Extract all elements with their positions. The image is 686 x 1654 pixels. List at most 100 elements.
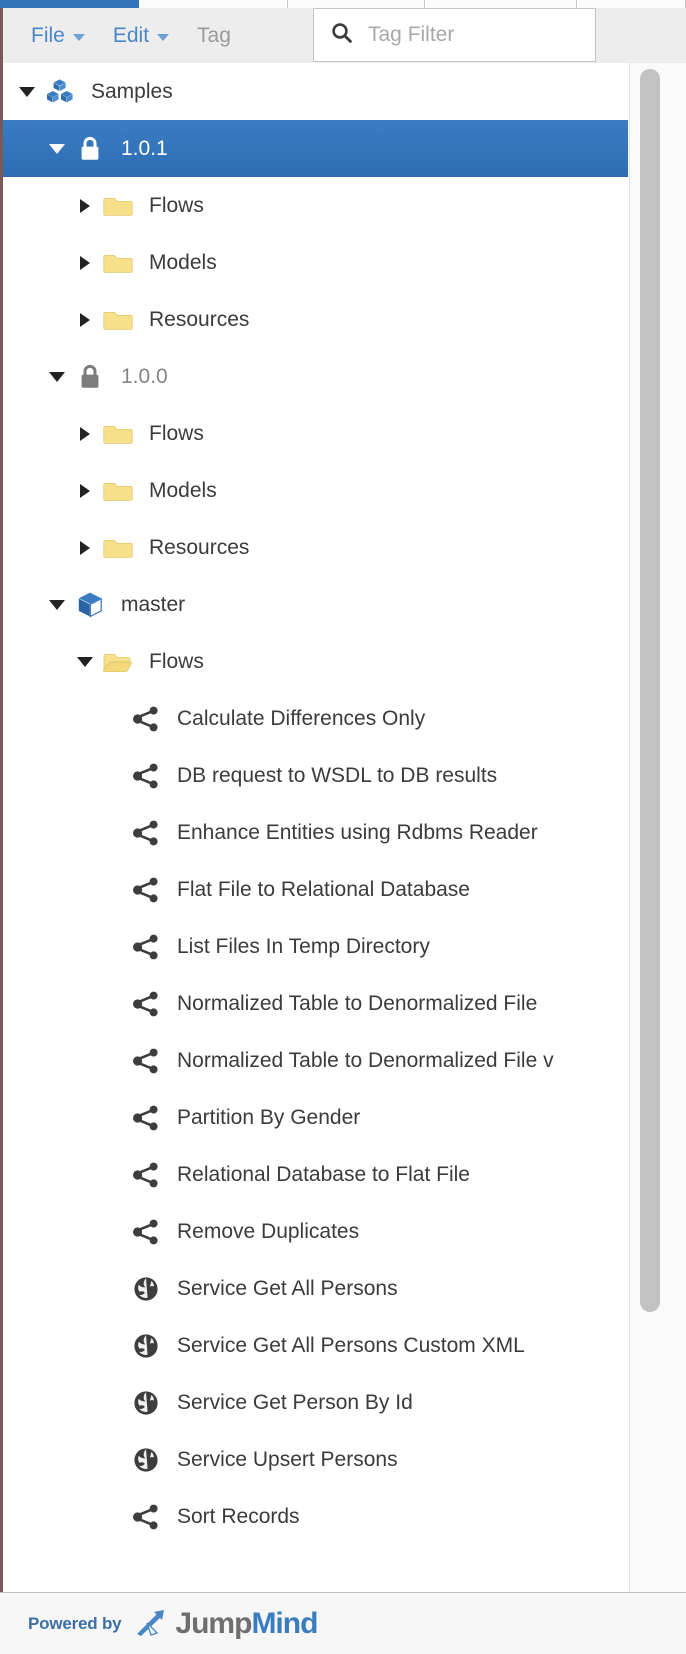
tree-row-label: Service Get All Persons Custom XML [177, 1333, 525, 1357]
search-icon [330, 21, 354, 50]
tree-row[interactable]: Calculate Differences Only [3, 690, 628, 747]
tree-expander[interactable] [75, 656, 95, 667]
tree-expander[interactable] [75, 312, 95, 327]
tree-row-label: Normalized Table to Denormalized File [177, 991, 538, 1015]
tree-row[interactable]: Service Upsert Persons [3, 1431, 628, 1488]
jumpmind-dart-logo [133, 1609, 167, 1639]
tree-row[interactable]: Enhance Entities using Rdbms Reader [3, 804, 628, 861]
flow-icon [133, 706, 158, 731]
tree-expander[interactable] [75, 540, 95, 555]
tree-row-label: Remove Duplicates [177, 1219, 360, 1243]
caret-right-icon [80, 255, 90, 270]
tree-expander[interactable] [17, 86, 37, 97]
tree-row[interactable]: Normalized Table to Denormalized File [3, 975, 628, 1032]
tree-expander[interactable] [75, 426, 95, 441]
flow-icon [129, 1217, 163, 1247]
caret-right-icon [80, 426, 90, 441]
flow-icon [129, 1502, 163, 1532]
tree-row[interactable]: Models [3, 234, 628, 291]
tree-scrollbar-track[interactable] [629, 63, 686, 1592]
lock-icon-white [81, 136, 99, 160]
chevron-down-icon [72, 33, 85, 41]
flow-icon [129, 704, 163, 734]
tree-row[interactable]: 1.0.1 [3, 120, 628, 177]
tree-row[interactable]: Resources [3, 291, 628, 348]
tree-row[interactable]: Sort Records [3, 1488, 628, 1545]
folder-closed-icon [103, 197, 133, 216]
menu-label: File [31, 23, 65, 47]
tree-row[interactable]: Service Get Person By Id [3, 1374, 628, 1431]
tree-row-label: Sort Records [177, 1504, 300, 1528]
tree-row[interactable]: Normalized Table to Denormalized File v [3, 1032, 628, 1089]
tree-scrollbar-thumb[interactable] [640, 69, 660, 1312]
jumpmind-wordmark: Jump Mind [175, 1606, 318, 1641]
tree-row[interactable]: Flows [3, 177, 628, 234]
tab-strip-tab-4[interactable] [425, 0, 577, 8]
tag-filter-input[interactable] [368, 23, 579, 47]
tree-row[interactable]: Flat File to Relational Database [3, 861, 628, 918]
tree-row[interactable]: 1.0.0 [3, 348, 628, 405]
tab-strip-tab-5[interactable] [577, 0, 686, 8]
tree-row[interactable]: Flows [3, 405, 628, 462]
globe-icon [129, 1388, 163, 1418]
menu-edit[interactable]: Edit [99, 8, 183, 63]
lock-icon-gray [73, 362, 107, 392]
tree-row-label: Partition By Gender [177, 1105, 361, 1129]
tree-expander[interactable] [47, 371, 67, 382]
tag-filter-field[interactable] [313, 8, 596, 62]
tree-row[interactable]: Models [3, 462, 628, 519]
caret-down-icon [77, 656, 93, 667]
menu-label: Tag [197, 23, 231, 47]
caret-down-icon [49, 599, 65, 610]
tree-row[interactable]: Partition By Gender [3, 1089, 628, 1146]
tree-row[interactable]: master [3, 576, 628, 633]
tree-expander[interactable] [75, 255, 95, 270]
folder-closed-icon [101, 191, 135, 221]
folder-closed-icon [103, 482, 133, 501]
menu-file[interactable]: File [17, 8, 99, 63]
folder-closed-icon [101, 533, 135, 563]
project-tree-panel: Samples 1.0.1 Flows Models Resources 1.0.0 Flo… [0, 63, 686, 1592]
tree-row[interactable]: Service Get All Persons Custom XML [3, 1317, 628, 1374]
footer: Powered by Jump Mind [0, 1592, 686, 1654]
tree-expander[interactable] [75, 198, 95, 213]
flow-icon [129, 1160, 163, 1190]
tree-row[interactable]: Samples [3, 63, 628, 120]
tree-row-label: Flat File to Relational Database [177, 877, 470, 901]
flow-icon [133, 877, 158, 902]
tree-row[interactable]: Resources [3, 519, 628, 576]
tab-strip-tab-1[interactable] [0, 0, 139, 8]
tree-row-label: Models [149, 250, 217, 274]
folder-closed-icon [103, 425, 133, 444]
tree-row[interactable]: Remove Duplicates [3, 1203, 628, 1260]
tree-row[interactable]: DB request to WSDL to DB results [3, 747, 628, 804]
globe-icon [134, 1390, 158, 1415]
flow-icon [129, 761, 163, 791]
tree-row-label: 1.0.1 [121, 136, 168, 160]
tree-row-label: Service Upsert Persons [177, 1447, 398, 1471]
tab-strip-tab-2[interactable] [139, 0, 288, 8]
menu-label: Edit [112, 23, 150, 47]
folder-open-icon [103, 653, 133, 672]
tree-row-label: Resources [149, 307, 250, 331]
tree-row-label: Service Get All Persons [177, 1276, 398, 1300]
application-window: File Edit Tag Samples 1.0.1 Flows Models Resou… [0, 0, 686, 1654]
tab-strip-tab-3[interactable] [288, 0, 425, 8]
tree-row[interactable]: Flows [3, 633, 628, 690]
caret-right-icon [80, 483, 90, 498]
caret-right-icon [80, 312, 90, 327]
tree-expander[interactable] [47, 143, 67, 154]
tree-row[interactable]: Service Get All Persons [3, 1260, 628, 1317]
tree-expander[interactable] [75, 483, 95, 498]
brand-jump: Jump [175, 1606, 252, 1640]
tree-row[interactable]: List Files In Temp Directory [3, 918, 628, 975]
caret-down-icon [49, 371, 65, 382]
flow-icon [129, 1046, 163, 1076]
flow-icon [129, 932, 163, 962]
tree-row[interactable]: Relational Database to Flat File [3, 1146, 628, 1203]
tree-expander[interactable] [47, 599, 67, 610]
globe-icon [134, 1276, 158, 1301]
folder-open-icon [101, 647, 135, 677]
powered-by-label: Powered by [28, 1613, 122, 1633]
tree-row-label: Resources [149, 535, 250, 559]
